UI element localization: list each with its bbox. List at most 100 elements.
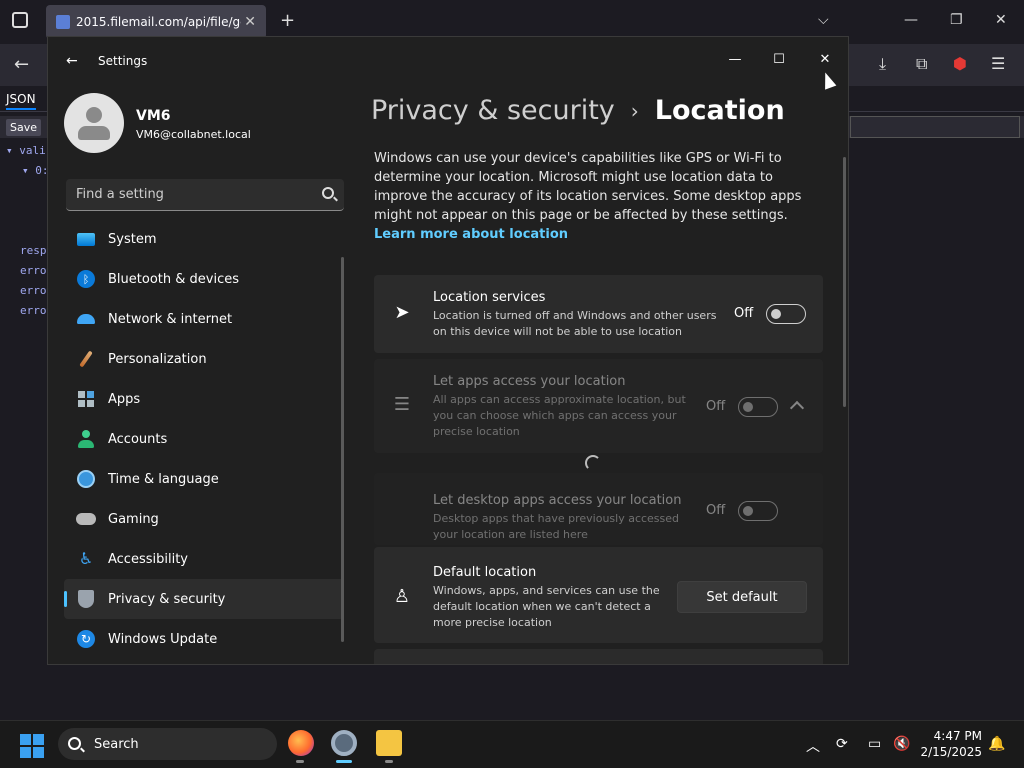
sidebar-item-accessibility[interactable]: ♿ Accessibility [64,539,344,579]
json-save-button[interactable]: Save [6,119,42,136]
learn-more-link[interactable]: Learn more about location [374,227,568,242]
search-icon[interactable] [322,187,334,199]
new-tab-button[interactable]: + [280,10,295,31]
network-icon [76,309,96,329]
desktop-apps-toggle[interactable] [738,501,778,521]
firefox-icon[interactable] [288,730,314,756]
menu-icon[interactable]: ☰ [991,54,1005,73]
windows-update-icon: ↻ [76,629,96,649]
card-desc: All apps can access approximate location… [433,393,686,438]
explorer-running-indicator [385,760,393,763]
breadcrumb: Privacy & security › Location [371,95,785,126]
display-icon[interactable]: ▭ [868,736,881,752]
bluetooth-icon: ᛒ [76,269,96,289]
location-services-toggle[interactable] [766,304,806,324]
card-desc: Location is turned off and Windows and o… [433,309,717,338]
settings-maximize-icon[interactable]: ☐ [757,45,801,73]
browser-restore-icon[interactable]: ❐ [950,12,963,28]
card-title: Let apps access your location [433,374,626,389]
default-location-card: ♙ Default location Windows, apps, and se… [374,547,823,643]
content-scrollbar[interactable] [843,157,846,407]
taskbar-clock[interactable]: 4:47 PM 2/15/2025 [910,728,982,760]
sidebar-item-label: Apps [108,391,141,407]
tray-chevron-up-icon[interactable]: ︿ [806,736,820,756]
find-setting-box[interactable] [66,179,344,211]
json-filter-input[interactable] [850,116,1020,138]
sidebar-item-label: Network & internet [108,311,233,327]
set-default-button[interactable]: Set default [677,581,807,613]
start-button[interactable] [20,734,44,758]
tab-list-icon[interactable] [12,12,28,28]
json-line[interactable]: ▾ vali [6,144,46,157]
sidebar-item-label: System [108,231,157,247]
browser-close-icon[interactable]: ✕ [995,12,1007,28]
settings-minimize-icon[interactable]: — [713,45,757,73]
accessibility-icon: ♿ [78,549,94,568]
desktop-apps-card[interactable]: Let desktop apps access your location De… [374,473,823,545]
notification-bell-icon[interactable]: 🔔 [988,736,1005,752]
downloads-icon[interactable]: ⤓ [879,54,886,74]
sidebar-item-system[interactable]: System [64,219,344,259]
description-text: Windows can use your device's capabiliti… [374,151,802,223]
location-description: Windows can use your device's capabiliti… [374,149,826,244]
sidebar-item-label: Privacy & security [108,591,226,607]
sidebar-item-time-language[interactable]: Time & language [64,459,344,499]
taskbar-search[interactable]: Search [58,728,277,760]
apps-icon [76,389,96,409]
location-services-card[interactable]: ➤ Location services Location is turned o… [374,275,823,353]
sidebar-item-label: Time & language [108,471,219,487]
sidebar-item-network[interactable]: Network & internet [64,299,344,339]
profile-name: VM6 [136,108,171,124]
sidebar-item-apps[interactable]: Apps [64,379,344,419]
toggle-state-label: Off [706,503,726,518]
sidebar-item-bluetooth[interactable]: ᛒ Bluetooth & devices [64,259,344,299]
volume-muted-icon[interactable]: 🔇 [893,736,910,752]
find-setting-input[interactable] [66,179,316,210]
favicon-icon [56,15,70,29]
sidebar-item-accounts[interactable]: Accounts [64,419,344,459]
accounts-icon [76,429,96,449]
apps-access-toggle[interactable] [738,397,778,417]
next-card [374,649,823,664]
loading-spinner-icon [585,455,601,471]
tab-close-icon[interactable]: ✕ [244,14,256,30]
apps-access-card[interactable]: ☰ Let apps access your location All apps… [374,359,823,453]
sidebar-item-label: Personalization [108,351,207,367]
sync-icon[interactable]: ⟳ [836,736,848,752]
settings-back-icon[interactable]: ← [66,53,78,69]
browser-tab-title: 2015.filemail.com/api/file/get?f [76,15,241,29]
settings-gear-icon[interactable] [331,730,357,756]
settings-window-title: Settings [98,54,148,68]
sidebar-item-privacy-security[interactable]: Privacy & security [64,579,344,619]
avatar[interactable] [64,93,124,153]
browser-back-icon[interactable]: ← [14,54,29,75]
taskbar-search-label: Search [94,736,139,752]
sidebar-scrollbar[interactable] [341,257,344,642]
extensions-icon[interactable]: ⧉ [916,54,927,74]
json-line[interactable]: ▾ 0: [22,164,49,177]
list-icon: ☰ [393,394,411,415]
toggle-state-label: Off [706,399,726,414]
chevron-up-icon[interactable] [789,400,805,416]
card-title: Let desktop apps access your location [433,493,682,508]
clock-time: 4:47 PM [933,729,982,743]
person-pin-icon: ♙ [393,586,411,607]
file-explorer-icon[interactable] [376,730,402,756]
browser-tab[interactable]: 2015.filemail.com/api/file/get?f ✕ [46,5,266,39]
sidebar-item-windows-update[interactable]: ↻ Windows Update [64,619,344,659]
card-title: Location services [433,290,546,305]
sidebar-item-label: Windows Update [108,631,218,647]
card-title: Default location [433,565,537,580]
browser-minimize-icon[interactable]: — [904,12,918,28]
ublock-icon[interactable]: ⬢ [953,54,967,73]
breadcrumb-parent[interactable]: Privacy & security [371,95,615,126]
sidebar-item-gaming[interactable]: Gaming [64,499,344,539]
settings-close-icon[interactable]: ✕ [803,45,847,73]
settings-active-indicator [336,760,352,763]
sidebar-item-personalization[interactable]: Personalization [64,339,344,379]
sidebar-item-label: Accounts [108,431,168,447]
personalization-brush-icon [76,349,96,369]
location-arrow-icon: ➤ [394,302,410,323]
tab-json[interactable]: JSON [6,92,36,110]
tab-overflow-chevron-icon[interactable]: ⌵ [818,12,829,28]
